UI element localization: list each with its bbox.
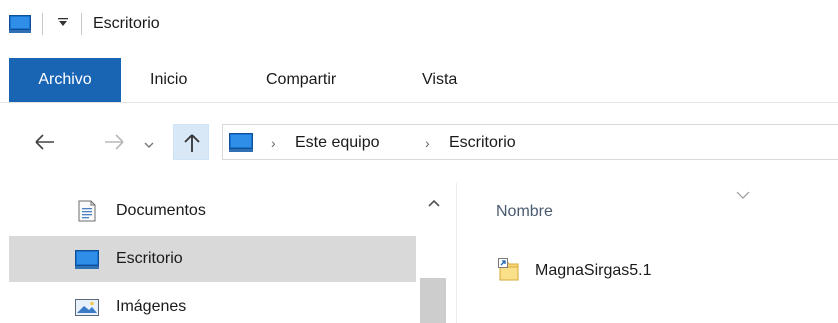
chevron-down-icon[interactable] <box>144 137 154 148</box>
breadcrumb-este-equipo[interactable]: Este equipo <box>295 132 380 154</box>
address-bar[interactable]: › Este equipo › Escritorio <box>222 124 838 160</box>
nav-item-label: Imágenes <box>116 298 187 315</box>
nav-item-label: Documentos <box>116 202 206 219</box>
title-bar: Escritorio <box>0 0 838 52</box>
tab-inicio[interactable]: Inicio <box>150 58 187 102</box>
navigation-bar: › Este equipo › Escritorio <box>0 112 838 172</box>
nav-item-escritorio[interactable]: Escritorio <box>9 236 416 282</box>
sort-chevron-icon <box>736 187 750 199</box>
file-name: MagnaSirgas5.1 <box>535 262 652 279</box>
up-arrow-icon <box>184 134 200 152</box>
scroll-up-arrow-icon[interactable] <box>428 195 440 207</box>
breadcrumb-chevron-icon[interactable]: › <box>425 133 430 153</box>
back-arrow-icon[interactable] <box>34 132 56 152</box>
breadcrumb-escritorio[interactable]: Escritorio <box>449 132 516 154</box>
customize-quick-access-icon[interactable] <box>54 14 72 34</box>
scrollbar-thumb[interactable] <box>420 278 446 323</box>
separator <box>81 13 82 35</box>
breadcrumb-chevron-icon[interactable]: › <box>271 133 276 153</box>
desktop-icon <box>229 133 253 152</box>
desktop-icon <box>75 248 99 270</box>
nav-item-documentos[interactable]: Documentos <box>9 188 416 234</box>
nav-item-imagenes[interactable]: Imágenes <box>9 284 416 323</box>
tab-vista[interactable]: Vista <box>422 58 457 102</box>
documents-icon <box>75 200 99 222</box>
nav-item-label: Escritorio <box>116 250 183 267</box>
ribbon-divider <box>0 102 838 103</box>
desktop-icon[interactable] <box>9 15 31 33</box>
up-arrow-button[interactable] <box>173 124 209 160</box>
forward-arrow-icon[interactable] <box>103 132 125 152</box>
column-header-nombre[interactable]: Nombre <box>496 201 553 223</box>
folder-shortcut-icon <box>498 258 520 282</box>
ribbon-tabs: Archivo Inicio Compartir Vista <box>0 58 838 102</box>
pictures-icon <box>75 296 99 318</box>
list-item[interactable]: MagnaSirgas5.1 <box>487 253 747 289</box>
tab-compartir[interactable]: Compartir <box>266 58 336 102</box>
tab-archivo[interactable]: Archivo <box>9 58 121 102</box>
file-list: Nombre MagnaSirgas5.1 <box>457 183 838 323</box>
window-title: Escritorio <box>93 15 160 32</box>
navigation-pane: Documentos Escritorio Imágenes <box>0 183 456 323</box>
separator <box>42 13 43 35</box>
